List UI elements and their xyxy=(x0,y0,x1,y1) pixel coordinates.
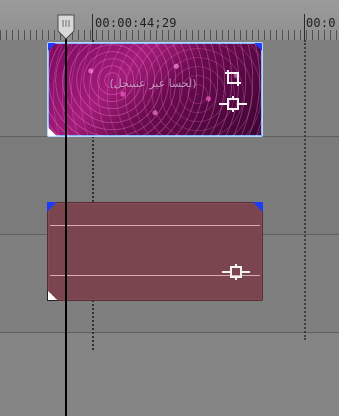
crop-icon[interactable] xyxy=(224,69,244,89)
pan-zoom-icon[interactable] xyxy=(218,95,248,113)
fade-out-handle[interactable] xyxy=(253,202,263,212)
ruler-major-tick xyxy=(92,14,93,40)
audio-waveform-line xyxy=(50,225,260,226)
clip-corner-marker xyxy=(48,127,57,136)
ruler-timecode-label: 00:0 xyxy=(306,16,336,30)
timeline-ruler[interactable]: 00:00:44;29 00:0 xyxy=(0,0,339,41)
fade-in-handle[interactable] xyxy=(48,43,57,52)
empty-track-area[interactable] xyxy=(0,333,339,416)
pan-zoom-icon[interactable] xyxy=(221,263,251,281)
ruler-ticks xyxy=(0,30,339,40)
video-event-clip[interactable]: (لحسا عير عنبنحل) xyxy=(47,42,263,137)
playhead-handle[interactable] xyxy=(56,14,76,40)
timeline-window: 00:00:44;29 00:0 (لحسا عير عنبنحل) xyxy=(0,0,339,416)
marker-dotted-line xyxy=(304,40,306,340)
ruler-major-tick xyxy=(304,14,305,40)
fade-in-handle[interactable] xyxy=(47,202,57,212)
ruler-timecode-label: 00:00:44;29 xyxy=(95,16,177,30)
clip-corner-marker xyxy=(47,291,57,301)
video-clip-text: (لحسا عير عنبنحل) xyxy=(109,77,197,90)
playhead-line[interactable] xyxy=(65,18,67,416)
fade-out-handle[interactable] xyxy=(253,43,262,52)
audio-event-clip[interactable] xyxy=(47,202,263,301)
